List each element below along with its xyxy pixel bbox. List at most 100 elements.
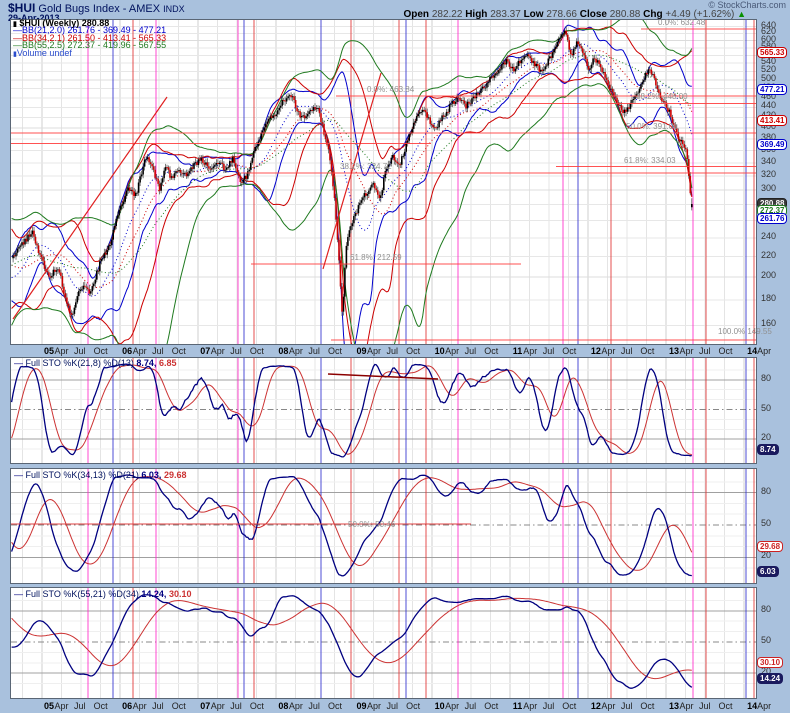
month-label: Apr	[757, 346, 771, 356]
year-label: 13	[669, 701, 679, 711]
month-label: Apr	[523, 701, 537, 711]
month-label: Oct	[328, 701, 342, 711]
year-label: 14	[747, 346, 757, 356]
month-label: Oct	[406, 701, 420, 711]
month-label: Oct	[94, 346, 108, 356]
year-label: 09	[356, 701, 366, 711]
month-label: Apr	[55, 701, 69, 711]
stockcharts-page: $HUI Gold Bugs Index - AMEX INDX 29-Apr-…	[0, 0, 790, 713]
stoch-value-badge: 8.74	[757, 444, 779, 455]
up-arrow-icon: ▲	[737, 9, 746, 19]
price-axis-label: 440	[761, 101, 776, 110]
month-label: Oct	[484, 346, 498, 356]
year-label: 10	[435, 701, 445, 711]
year-label: 06	[122, 701, 132, 711]
month-label: Apr	[601, 701, 615, 711]
year-label: 12	[591, 346, 601, 356]
price-axis-label: 200	[761, 271, 776, 280]
month-label: Jul	[230, 346, 242, 356]
stoch-axis-label: 50	[761, 404, 771, 413]
month-label: Apr	[445, 701, 459, 711]
month-label: Apr	[289, 701, 303, 711]
year-label: 07	[200, 346, 210, 356]
month-label: Oct	[640, 346, 654, 356]
year-label: 13	[669, 346, 679, 356]
month-label: Apr	[133, 346, 147, 356]
price-badge: 413.41	[757, 115, 787, 126]
date-axis-top: 05AprJulOct06AprJulOct07AprJulOct08AprJu…	[10, 345, 757, 357]
stoch-axis-label: 80	[761, 374, 771, 383]
year-label: 12	[591, 701, 601, 711]
year-label: 06	[122, 346, 132, 356]
year-label: 08	[278, 346, 288, 356]
stoch-canvas-3	[11, 588, 756, 698]
month-label: Jul	[465, 701, 477, 711]
price-badge: 477.21	[757, 84, 787, 95]
stoch-axis-label: 20	[761, 551, 771, 560]
month-label: Jul	[152, 701, 164, 711]
month-label: Oct	[250, 346, 264, 356]
stoch-canvas-1	[11, 358, 756, 463]
month-label: Jul	[152, 346, 164, 356]
price-badge: 261.76	[757, 213, 787, 224]
month-label: Jul	[74, 346, 86, 356]
main-legend: ▮ $HUI (Weekly) 280.88 —BB(21,2.0) 261.7…	[13, 20, 166, 57]
month-label: Apr	[211, 701, 225, 711]
month-label: Jul	[543, 346, 555, 356]
stoch-panel-1	[10, 357, 757, 464]
year-label: 11	[513, 346, 523, 356]
month-label: Oct	[250, 701, 264, 711]
month-label: Jul	[308, 701, 320, 711]
fib-label: 38.2%: 324.72	[340, 163, 392, 171]
stoch-value-badge: 30.10	[757, 657, 783, 668]
month-label: Apr	[367, 346, 381, 356]
stoch-value-badge: 29.68	[757, 541, 783, 552]
year-label: 08	[278, 701, 288, 711]
year-label: 14	[747, 701, 757, 711]
stoch-axis-label: 80	[761, 487, 771, 496]
price-axis-label: 300	[761, 184, 776, 193]
month-label: Oct	[562, 701, 576, 711]
month-label: Jul	[621, 346, 633, 356]
month-label: Oct	[94, 701, 108, 711]
month-label: Apr	[601, 346, 615, 356]
stoch-line-icon: —	[14, 358, 23, 368]
year-label: 09	[356, 346, 366, 356]
stoch-axis-label: 50	[761, 519, 771, 528]
price-axis-label: 340	[761, 157, 776, 166]
price-axis-label: 240	[761, 232, 776, 241]
month-label: Oct	[172, 346, 186, 356]
stoch-axis-label: 50	[761, 636, 771, 645]
price-axis-label: 220	[761, 251, 776, 260]
price-axis-label: 320	[761, 170, 776, 179]
month-label: Apr	[679, 346, 693, 356]
price-axis-label: 500	[761, 74, 776, 83]
stoch3-legend-text[interactable]: Full STO %K(55,21) %D(34)	[26, 589, 139, 599]
month-label: Jul	[387, 346, 399, 356]
stoch1-legend-text[interactable]: Full STO %K(21,8) %D(13)	[26, 358, 134, 368]
stoch-panel-3	[10, 587, 757, 699]
month-label: Apr	[133, 701, 147, 711]
stoch2-legend-text[interactable]: Full STO %K(34,13) %D(21)	[26, 470, 139, 480]
fib-label: 61.8%: 212.59	[350, 254, 402, 262]
stoch1-legend: — Full STO %K(21,8) %D(13) 8.74, 6.85	[14, 360, 176, 368]
month-label: Oct	[172, 701, 186, 711]
stoch2-legend: — Full STO %K(34,13) %D(21) 6.03, 29.68	[14, 472, 186, 480]
year-label: 11	[513, 701, 523, 711]
year-label: 05	[44, 701, 54, 711]
month-label: Apr	[55, 346, 69, 356]
stoch-line-icon: —	[14, 589, 23, 599]
month-label: Jul	[387, 701, 399, 711]
month-label: Apr	[289, 346, 303, 356]
main-price-panel	[10, 19, 757, 345]
month-label: Oct	[719, 346, 733, 356]
month-label: Apr	[211, 346, 225, 356]
month-label: Jul	[621, 701, 633, 711]
month-label: Jul	[74, 701, 86, 711]
stoch-fib-label: 50.0%: 50.46	[348, 521, 395, 529]
month-label: Jul	[308, 346, 320, 356]
volume-legend[interactable]: Volume undef	[17, 48, 72, 58]
month-label: Jul	[699, 346, 711, 356]
stoch3-k-value: 14.24,	[141, 589, 166, 599]
year-label: 07	[200, 701, 210, 711]
